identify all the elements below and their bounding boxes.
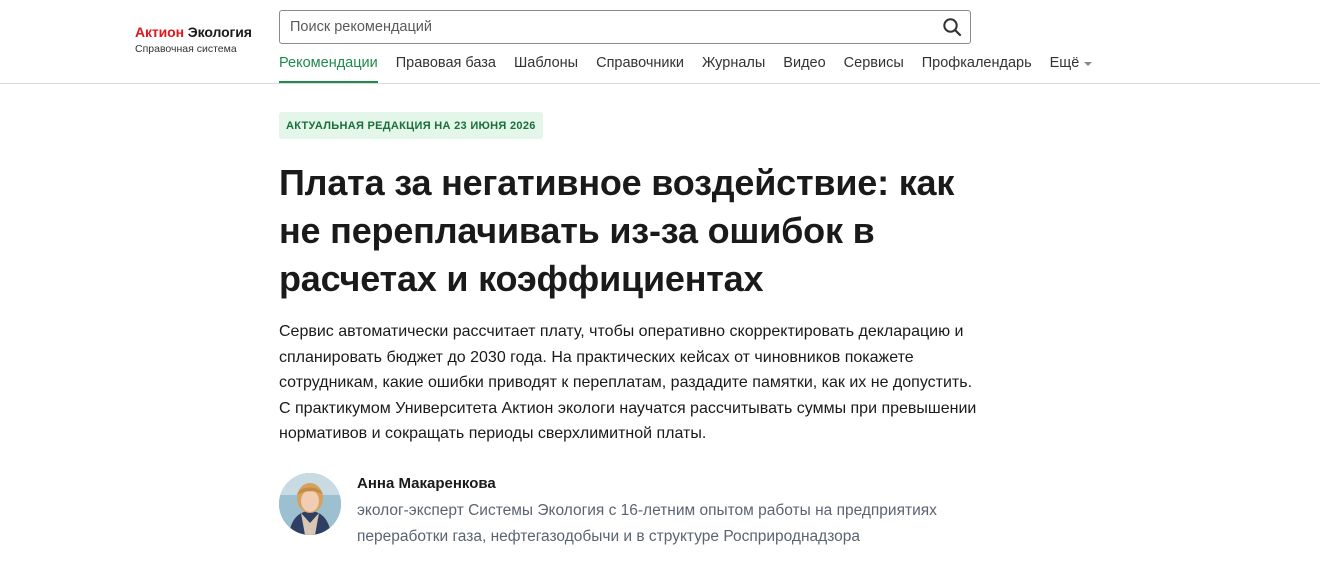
main-nav: Рекомендации Правовая база Шаблоны Справ… [279,50,1110,84]
nav-item-services[interactable]: Сервисы [844,50,904,76]
logo-subtitle: Справочная система [135,43,237,55]
logo-title: Актион Экология [135,24,252,41]
search-input[interactable] [290,11,930,43]
search-icon[interactable] [942,17,962,37]
author-bio: эколог-эксперт Системы Экология с 16-лет… [357,501,937,545]
logo-brand: Актион [135,24,184,40]
nav-more-label: Ещё [1049,55,1080,71]
search-box [279,10,971,44]
nav-item-templates[interactable]: Шаблоны [514,50,578,76]
nav-item-reference[interactable]: Справочники [596,50,684,76]
nav-item-journals[interactable]: Журналы [702,50,765,76]
nav-item-video[interactable]: Видео [783,50,825,76]
site-header: Актион Экология Справочная система Реком… [0,0,1320,84]
article-title: Плата за негативное воздействие: как не … [279,162,955,299]
page: Актион Экология Справочная система Реком… [0,0,1320,576]
nav-item-recommendations[interactable]: Рекомендации [279,50,378,83]
author-block: Анна Макаренкова эколог-эксперт Системы … [279,472,999,563]
article-lead: Сервис автоматически рассчитает плату, ч… [279,323,977,442]
logo[interactable]: Актион Экология Справочная система [135,24,252,56]
nav-item-more[interactable]: Ещё [1050,50,1093,76]
nav-item-profcalendar[interactable]: Профкалендарь [922,50,1032,76]
article: АКТУАЛЬНАЯ РЕДАКЦИЯ НА 23 ИЮНЯ 2026 Плат… [279,112,999,563]
chevron-down-icon [1084,61,1093,66]
logo-product: Экология [187,24,252,40]
author-name: Анна Макаренкова [357,474,496,492]
nav-item-legal-base[interactable]: Правовая база [396,50,496,76]
edition-badge: АКТУАЛЬНАЯ РЕДАКЦИЯ НА 23 ИЮНЯ 2026 [279,112,543,139]
author-avatar [279,472,341,535]
